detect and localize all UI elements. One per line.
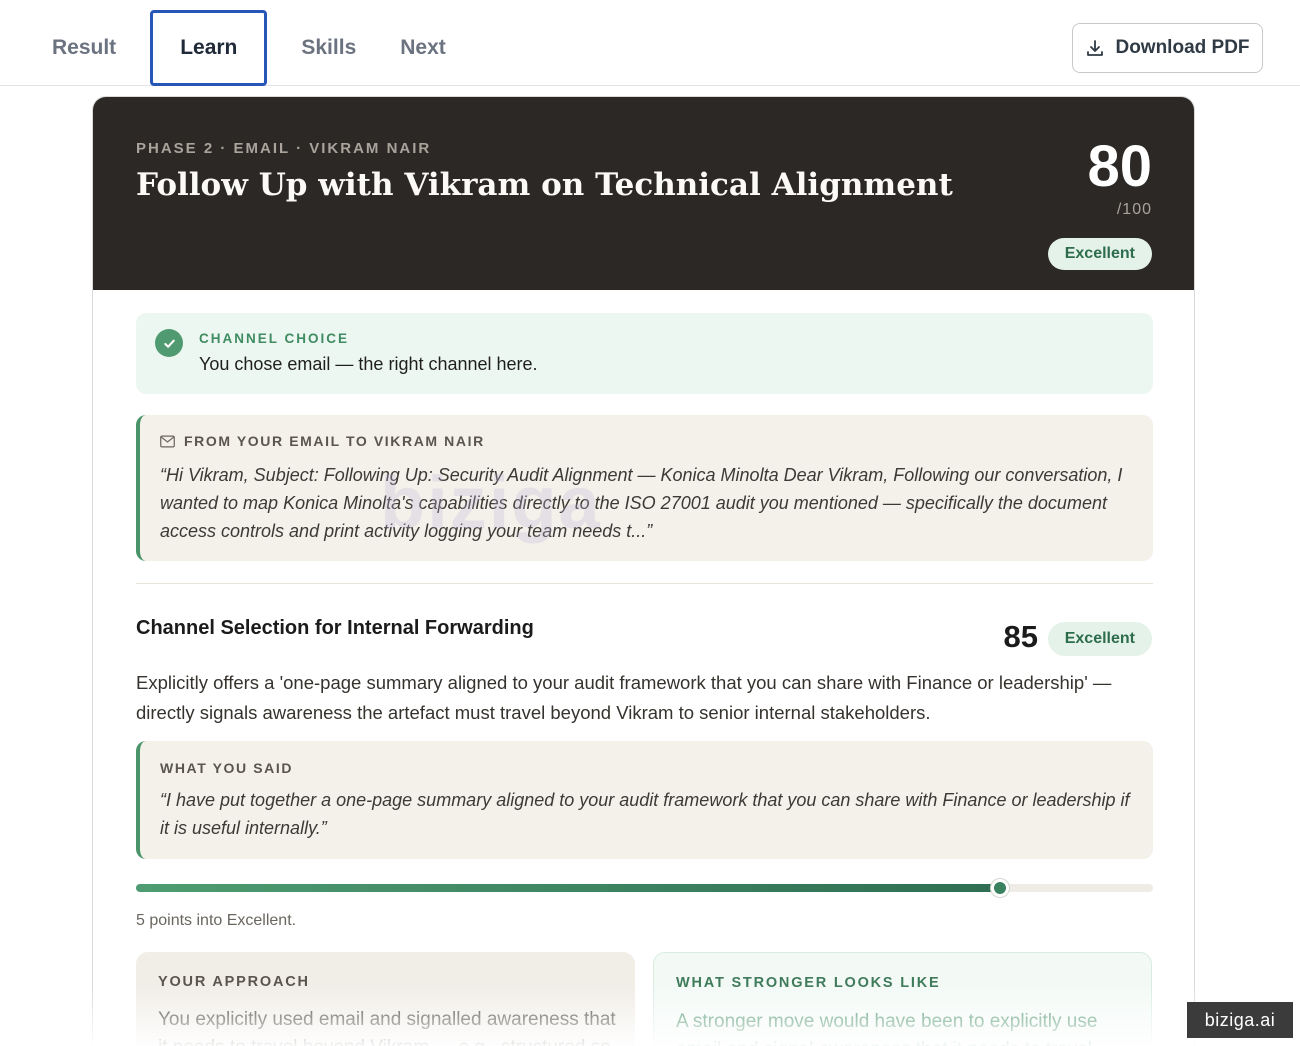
mail-icon <box>160 435 175 447</box>
stronger-approach-label: WHAT STRONGER LOOKS LIKE <box>676 975 941 991</box>
skill-progress-bar <box>136 879 1153 897</box>
stronger-approach-card: WHAT STRONGER LOOKS LIKE A stronger move… <box>653 952 1152 1046</box>
tab-skills[interactable]: Skills <box>279 10 378 86</box>
channel-choice-text: You chose email — the right channel here… <box>199 354 538 374</box>
hero-header: PHASE 2 · EMAIL · VIKRAM NAIR Follow Up … <box>93 97 1194 290</box>
phase-kicker: PHASE 2 · EMAIL · VIKRAM NAIR <box>136 140 432 157</box>
progress-note: 5 points into Excellent. <box>136 912 297 929</box>
download-icon <box>1087 40 1104 56</box>
what-you-said-label: WHAT YOU SAID <box>160 760 294 776</box>
email-excerpt-label: FROM YOUR EMAIL TO VIKRAM NAIR <box>184 433 485 449</box>
email-excerpt-header: FROM YOUR EMAIL TO VIKRAM NAIR <box>160 433 485 449</box>
divider <box>136 583 1153 584</box>
email-excerpt: FROM YOUR EMAIL TO VIKRAM NAIR “Hi Vikra… <box>136 415 1153 561</box>
score-badge: Excellent <box>1047 238 1152 270</box>
tab-bar: Result Learn Skills Next <box>30 10 468 86</box>
channel-choice-label: CHANNEL CHOICE <box>199 331 350 346</box>
score-out-of: /100 <box>1116 201 1152 218</box>
top-navigation: Result Learn Skills Next Download PDF <box>0 0 1300 86</box>
your-approach-label: YOUR APPROACH <box>158 974 310 990</box>
email-quote: “Hi Vikram, Subject: Following Up: Secur… <box>160 465 1123 541</box>
skill-description: Explicitly offers a 'one-page summary al… <box>136 672 1112 723</box>
skill-score: 85 <box>1003 619 1038 654</box>
check-icon <box>155 329 183 357</box>
what-you-said-panel: WHAT YOU SAID “I have put together a one… <box>136 741 1153 859</box>
skill-badge: Excellent <box>1047 622 1152 656</box>
tab-result[interactable]: Result <box>30 10 138 86</box>
your-approach-text: You explicitly used email and signalled … <box>158 1009 616 1046</box>
your-approach-card: YOUR APPROACH You explicitly used email … <box>136 952 635 1046</box>
download-pdf-button[interactable]: Download PDF <box>1072 23 1263 73</box>
progress-knob <box>991 879 1010 897</box>
skill-title: Channel Selection for Internal Forwardin… <box>136 617 534 639</box>
page-title: Follow Up with Vikram on Technical Align… <box>136 167 953 203</box>
tab-learn[interactable]: Learn <box>150 10 268 86</box>
channel-choice-panel: CHANNEL CHOICE You chose email — the rig… <box>136 313 1153 394</box>
brand-badge: biziga.ai <box>1187 1002 1293 1038</box>
overall-score: 80 <box>1087 134 1152 199</box>
result-card: PHASE 2 · EMAIL · VIKRAM NAIR Follow Up … <box>92 96 1195 1046</box>
tab-next[interactable]: Next <box>378 10 468 86</box>
what-you-said-quote: “I have put together a one-page summary … <box>160 790 1130 838</box>
progress-fill <box>136 884 1001 892</box>
download-pdf-label: Download PDF <box>1115 37 1250 58</box>
stronger-approach-text: A stronger move would have been to expli… <box>676 1011 1098 1046</box>
